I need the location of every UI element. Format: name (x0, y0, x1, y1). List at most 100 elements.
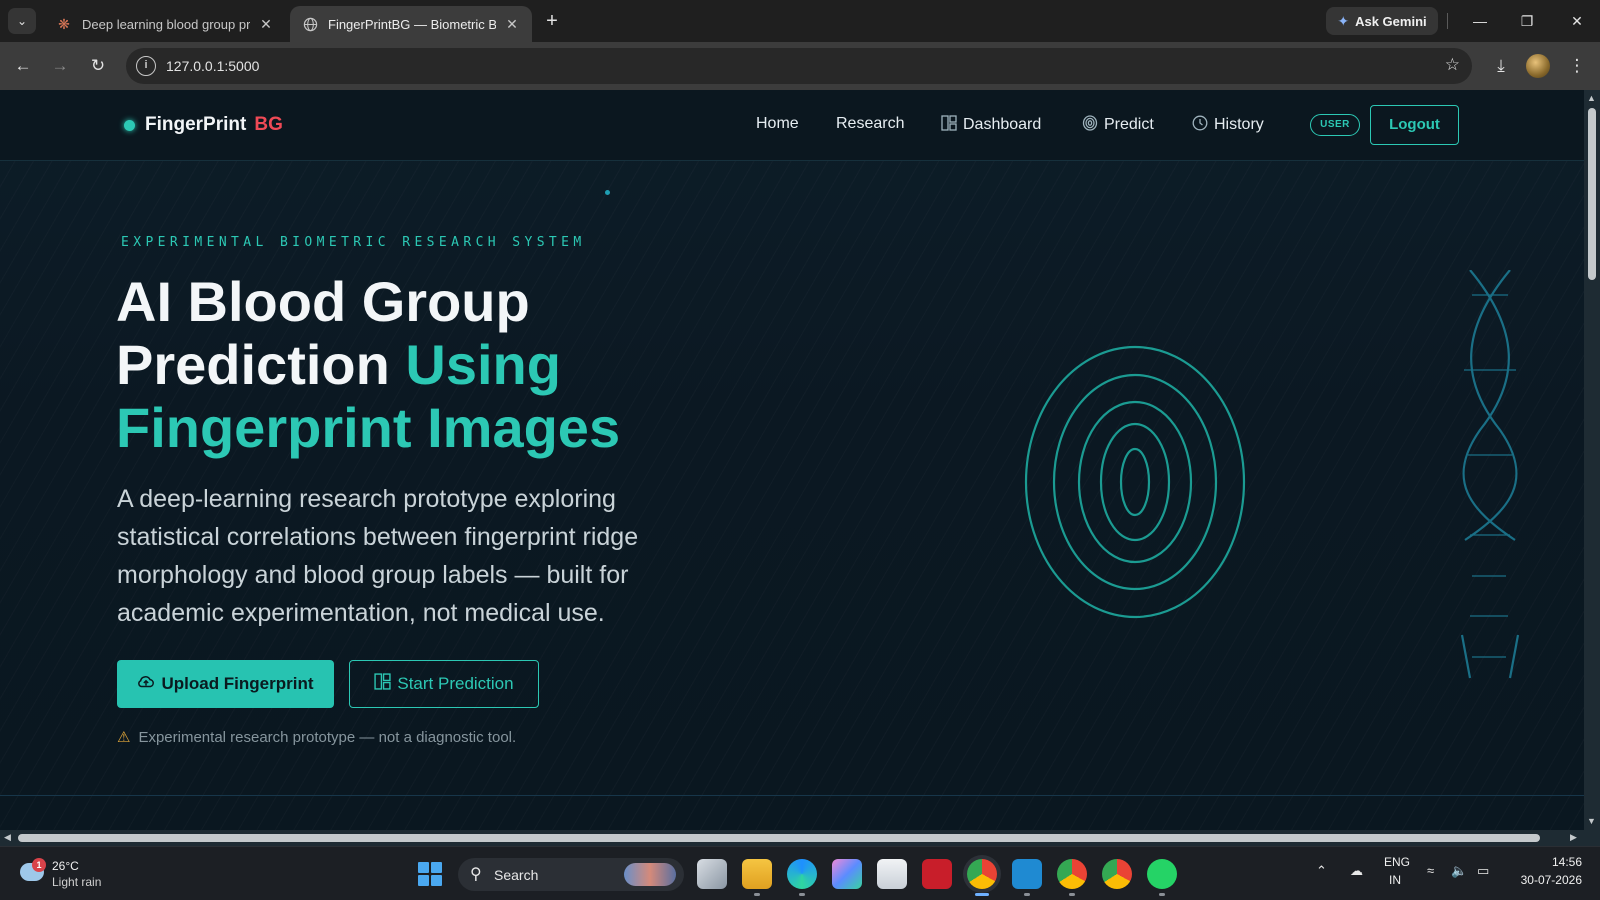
nav-home[interactable]: Home (756, 115, 799, 133)
divider (1447, 13, 1448, 29)
search-icon: ⚲ (470, 866, 482, 883)
nav-history[interactable]: History (1192, 115, 1264, 135)
claude-asterisk-icon: ❋ (58, 15, 70, 32)
battery-icon[interactable]: ▭ (1477, 863, 1489, 879)
clock-time[interactable]: 14:56 (1522, 855, 1582, 869)
forward-button[interactable]: → (47, 53, 73, 79)
scroll-up-icon[interactable]: ▲ (1587, 93, 1596, 103)
nav-research[interactable]: Research (836, 115, 904, 133)
clock-date[interactable]: 30-07-2026 (1512, 873, 1582, 887)
chrome-icon[interactable] (1102, 859, 1132, 889)
reload-button[interactable]: ↻ (85, 53, 111, 79)
region-indicator[interactable]: IN (1389, 873, 1401, 887)
edge-browser-icon[interactable] (787, 859, 817, 896)
dna-helix-illustration (1460, 270, 1520, 679)
url-text[interactable]: 127.0.0.1:5000 (166, 58, 259, 74)
volume-icon[interactable]: 🔈 (1451, 863, 1467, 879)
ask-gemini-label: Ask Gemini (1355, 13, 1427, 29)
task-view-icon[interactable] (697, 859, 727, 889)
warning-triangle-icon: ⚠ (117, 729, 131, 746)
microsoft-store-icon[interactable] (877, 859, 907, 889)
browser-tab-inactive[interactable]: ❋ Deep learning blood group pre ✕ (44, 6, 286, 42)
browser-toolbar: ← → ↻ i 127.0.0.1:5000 ☆ ⤓ ⋮ (0, 42, 1600, 90)
site-navbar: FingerPrint BG Home Research Dashboard P… (0, 90, 1584, 161)
hero-title: AI Blood Group Prediction Using Fingerpr… (116, 270, 816, 459)
site-info-icon[interactable]: i (136, 56, 156, 76)
new-tab-button[interactable]: + (540, 9, 564, 33)
whatsapp-icon[interactable] (1147, 859, 1177, 896)
nav-home-label: Home (756, 115, 799, 132)
chrome-icon-active[interactable] (967, 859, 997, 896)
address-bar[interactable]: i 127.0.0.1:5000 ☆ (126, 48, 1472, 84)
grid-icon (374, 673, 392, 695)
ask-gemini-button[interactable]: ✦ Ask Gemini (1326, 7, 1438, 35)
weather-description: Light rain (52, 875, 102, 889)
globe-icon (302, 16, 318, 32)
nav-history-label: History (1214, 116, 1264, 133)
scroll-down-icon[interactable]: ▼ (1587, 816, 1596, 826)
horizontal-scrollbar[interactable]: ◀ ▶ (0, 830, 1584, 846)
window-close-button[interactable]: ✕ (1561, 8, 1593, 34)
weather-badge: 1 (32, 858, 46, 872)
upload-fingerprint-label: Upload Fingerprint (161, 674, 314, 693)
tab-title: Deep learning blood group pre (82, 16, 250, 32)
scroll-left-icon[interactable]: ◀ (4, 832, 11, 843)
minimize-button[interactable]: — (1464, 8, 1496, 34)
hero-eyebrow: EXPERIMENTAL BIOMETRIC RESEARCH SYSTEM (121, 235, 586, 250)
upload-fingerprint-button[interactable]: Upload Fingerprint (117, 660, 334, 708)
logout-button[interactable]: Logout (1370, 105, 1459, 145)
tab-search-button[interactable]: ⌄ (8, 8, 36, 34)
bookmark-star-icon[interactable]: ☆ (1445, 55, 1460, 75)
back-button[interactable]: ← (10, 53, 36, 79)
disclaimer-text: Experimental research prototype — not a … (138, 728, 517, 746)
chevron-up-icon[interactable]: ⌃ (1316, 863, 1327, 879)
copilot-icon[interactable] (832, 859, 862, 889)
horizontal-scroll-thumb[interactable] (18, 834, 1540, 842)
start-prediction-label: Start Prediction (397, 674, 514, 693)
close-icon[interactable]: ✕ (504, 16, 520, 33)
brand-name: FingerPrint (145, 114, 247, 135)
decorative-dot (605, 190, 610, 195)
onedrive-icon[interactable]: ☁ (1350, 863, 1363, 879)
fingerprint-icon (1082, 115, 1098, 135)
weather-temperature: 26°C (52, 859, 79, 873)
language-indicator[interactable]: ENG (1384, 855, 1410, 869)
user-role-badge: USER (1310, 114, 1360, 136)
taskbar-search[interactable]: ⚲ Search (458, 858, 684, 891)
nav-research-label: Research (836, 115, 905, 132)
mcafee-icon[interactable] (922, 859, 952, 889)
tab-title: FingerPrintBG — Biometric Bloo (328, 16, 496, 32)
vertical-scrollbar[interactable]: ▲ ▼ (1584, 90, 1600, 830)
browser-tab-bar: ⌄ ❋ Deep learning blood group pre ✕ Fing… (0, 0, 1600, 42)
start-prediction-button[interactable]: Start Prediction (349, 660, 539, 708)
vertical-scroll-thumb[interactable] (1588, 108, 1596, 280)
hero-description: A deep-learning research prototype explo… (117, 485, 639, 627)
scroll-right-icon[interactable]: ▶ (1570, 832, 1577, 843)
clock-icon (1192, 115, 1208, 135)
page-viewport: FingerPrint BG Home Research Dashboard P… (0, 90, 1584, 830)
cloud-upload-icon (137, 674, 155, 695)
browser-tab-active[interactable]: FingerPrintBG — Biometric Bloo ✕ (290, 6, 532, 42)
nav-dashboard-label: Dashboard (963, 116, 1042, 133)
brand-logo[interactable]: FingerPrint BG (124, 114, 283, 136)
section-divider (0, 795, 1584, 796)
windows-start-icon[interactable] (418, 862, 442, 886)
file-explorer-icon[interactable] (742, 859, 772, 896)
windows-taskbar: 1 26°C Light rain ⚲ Search ⌃ ☁ ENG IN ≈ … (0, 846, 1600, 900)
wifi-icon[interactable]: ≈ (1427, 863, 1434, 878)
menu-kebab-icon[interactable]: ⋮ (1564, 53, 1590, 79)
taskbar-search-label: Search (494, 867, 539, 883)
scrollbar-corner (1584, 830, 1600, 846)
grid-icon (941, 115, 957, 135)
download-icon[interactable]: ⤓ (1488, 53, 1514, 79)
chrome-profile-icon[interactable] (1057, 859, 1087, 896)
nav-predict-label: Predict (1104, 116, 1154, 133)
nav-dashboard[interactable]: Dashboard (941, 115, 1041, 135)
profile-avatar[interactable] (1526, 54, 1550, 78)
nav-predict[interactable]: Predict (1082, 115, 1154, 135)
weather-widget[interactable]: 1 26°C Light rain (18, 857, 128, 893)
brand-suffix: BG (254, 114, 283, 135)
restore-button[interactable]: ❐ (1511, 8, 1543, 34)
vscode-icon[interactable] (1012, 859, 1042, 896)
close-icon[interactable]: ✕ (258, 16, 274, 33)
